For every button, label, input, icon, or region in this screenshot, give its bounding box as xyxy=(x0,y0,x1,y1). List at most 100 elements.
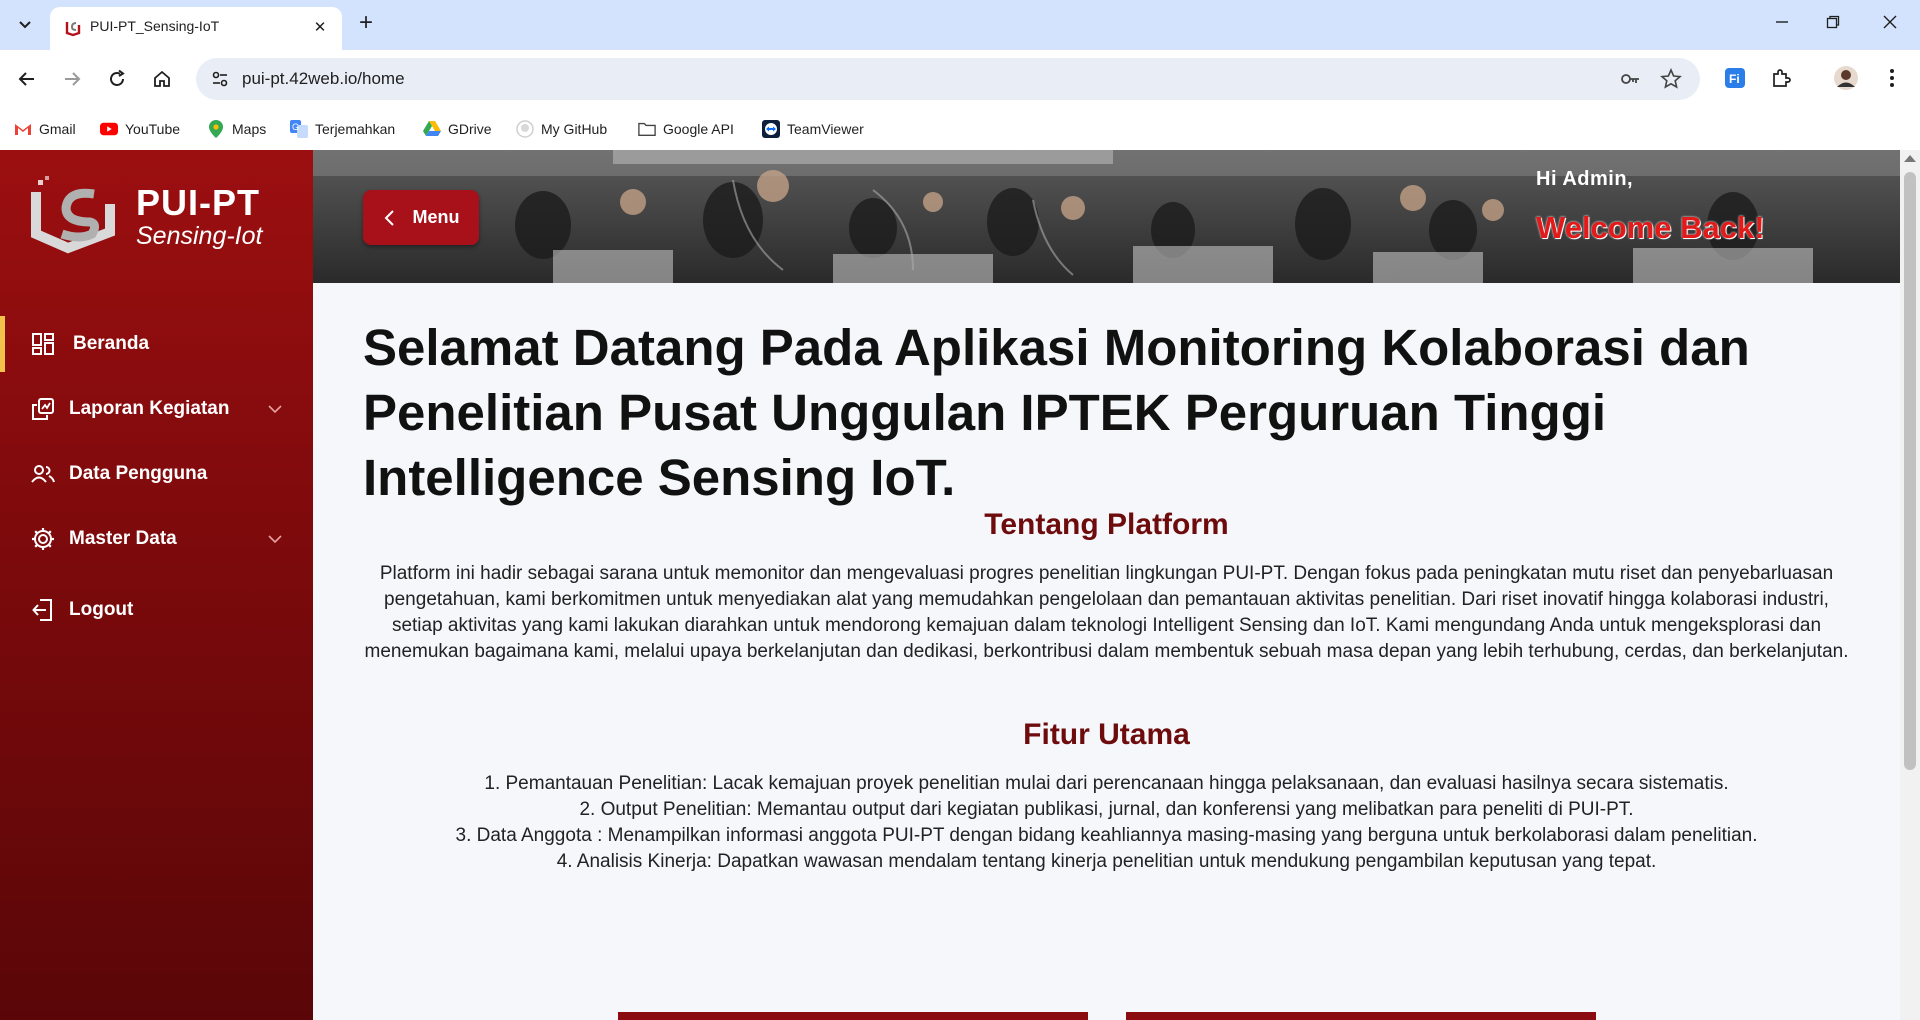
menu-toggle-button[interactable]: Menu xyxy=(363,190,479,245)
sidebar: PUI-PT Sensing-Iot Beranda Laporan Kegia… xyxy=(0,150,313,1020)
tab-title: PUI-PT_Sensing-IoT xyxy=(90,18,220,34)
bookmark-label: My GitHub xyxy=(541,121,608,137)
bookmark-google-api[interactable]: Google API xyxy=(638,118,734,140)
dashboard-icon xyxy=(30,331,56,357)
sidebar-item-logout[interactable]: Logout xyxy=(0,582,313,638)
sidebar-item-master-data[interactable]: Master Data xyxy=(0,511,313,567)
bookmarks-bar: Gmail YouTube Maps G Terjemahkan GDrive … xyxy=(0,108,1920,150)
restore-icon[interactable] xyxy=(1818,10,1848,40)
svg-text:Fi: Fi xyxy=(1729,72,1740,86)
bookmark-gdrive[interactable]: GDrive xyxy=(423,118,492,140)
browser-tab-active[interactable]: PUI-PT_Sensing-IoT ✕ xyxy=(50,7,342,50)
address-bar[interactable]: pui-pt.42web.io/home xyxy=(196,58,1700,100)
welcome-text: Welcome Back! xyxy=(1536,210,1765,245)
logout-icon xyxy=(30,597,56,623)
sidebar-item-label: Logout xyxy=(69,599,134,620)
maps-icon xyxy=(207,120,225,138)
feature-item: 3. Data Anggota : Menampilkan informasi … xyxy=(455,825,1758,846)
chevron-down-icon xyxy=(19,21,31,29)
drive-icon xyxy=(423,120,441,138)
bookmark-label: TeamViewer xyxy=(787,121,864,137)
features-list: 1. Pemantauan Penelitian: Lacak kemajuan… xyxy=(363,771,1850,875)
sidebar-item-label: Beranda xyxy=(73,333,150,354)
bookmark-star-icon[interactable] xyxy=(1659,67,1683,91)
bookmark-label: YouTube xyxy=(125,121,181,137)
bookmark-label: Terjemahkan xyxy=(315,121,396,137)
page-scrollbar[interactable] xyxy=(1900,150,1920,1020)
arrow-right-icon xyxy=(65,72,81,86)
bookmark-label: Gmail xyxy=(39,121,76,137)
features-title: Fitur Utama xyxy=(1023,718,1190,751)
app-logo[interactable]: PUI-PT Sensing-Iot xyxy=(28,174,288,256)
menu-label: Menu xyxy=(412,207,460,227)
home-button[interactable] xyxy=(145,62,179,96)
sidebar-item-label: Data Pengguna xyxy=(69,463,208,484)
svg-text:G: G xyxy=(292,122,299,132)
page-title: Selamat Datang Pada Aplikasi Monitoring … xyxy=(363,315,1850,510)
youtube-icon xyxy=(100,120,118,138)
minimize-icon[interactable] xyxy=(1767,10,1797,40)
github-icon xyxy=(516,120,534,138)
main-content: Menu Hi Admin, Welcome Back! Selamat Dat… xyxy=(313,150,1900,1020)
feature-item: 4. Analisis Kinerja: Dapatkan wawasan me… xyxy=(556,851,1657,872)
bookmark-github[interactable]: My GitHub xyxy=(516,118,607,140)
feature-item: 1. Pemantauan Penelitian: Lacak kemajuan… xyxy=(484,773,1729,794)
active-indicator xyxy=(0,316,5,372)
profile-avatar[interactable] xyxy=(1831,63,1861,93)
bookmark-youtube[interactable]: YouTube xyxy=(100,118,180,140)
gear-icon xyxy=(30,526,56,552)
site-info-icon[interactable] xyxy=(208,67,232,91)
teamviewer-icon xyxy=(762,120,780,138)
arrow-left-icon xyxy=(18,72,34,86)
about-text: Platform ini hadir sebagai sarana untuk … xyxy=(364,563,1849,662)
users-icon xyxy=(30,461,56,487)
reload-icon xyxy=(110,69,125,86)
bookmark-gmail[interactable]: Gmail xyxy=(14,118,76,140)
logo-title: PUI-PT xyxy=(136,182,261,223)
logo-mark-icon xyxy=(31,176,115,254)
extensions-puzzle-icon[interactable] xyxy=(1766,63,1796,93)
url-text[interactable]: pui-pt.42web.io/home xyxy=(242,69,405,89)
sidebar-item-label: Master Data xyxy=(69,528,177,549)
chevron-left-icon xyxy=(384,209,394,226)
bookmark-teamviewer[interactable]: TeamViewer xyxy=(762,118,864,140)
gmail-icon xyxy=(14,120,32,138)
home-icon xyxy=(154,70,170,87)
greeting-text: Hi Admin, xyxy=(1536,168,1634,190)
about-title: Tentang Platform xyxy=(984,508,1229,541)
extension-fi-icon[interactable]: Fi xyxy=(1720,63,1750,93)
scroll-up-arrow-icon[interactable] xyxy=(1904,155,1916,162)
reload-button[interactable] xyxy=(100,62,134,96)
info-card[interactable] xyxy=(1126,1012,1596,1020)
browser-toolbar: pui-pt.42web.io/home Fi xyxy=(0,50,1920,108)
site-favicon-icon xyxy=(65,22,81,37)
tab-search-button[interactable] xyxy=(9,8,41,40)
bookmark-translate[interactable]: G Terjemahkan xyxy=(290,118,395,140)
sidebar-item-label: Laporan Kegiatan xyxy=(69,398,230,419)
chevron-down-icon xyxy=(268,405,282,414)
sidebar-item-beranda[interactable]: Beranda xyxy=(0,316,313,372)
logo-subtitle: Sensing-Iot xyxy=(136,222,263,250)
feature-item: 2. Output Penelitian: Memantau output da… xyxy=(579,799,1634,820)
new-tab-button[interactable]: + xyxy=(352,10,380,38)
report-icon xyxy=(30,396,56,422)
tab-close-icon[interactable]: ✕ xyxy=(310,17,330,37)
info-card[interactable] xyxy=(618,1012,1088,1020)
translate-icon: G xyxy=(290,120,308,138)
page-title-bold: Selamat Datang Pada xyxy=(363,319,882,376)
browser-tab-bar: PUI-PT_Sensing-IoT ✕ + xyxy=(0,0,1920,50)
chevron-down-icon xyxy=(268,535,282,544)
bookmark-maps[interactable]: Maps xyxy=(207,118,266,140)
sidebar-item-laporan-kegiatan[interactable]: Laporan Kegiatan xyxy=(0,381,313,437)
header-banner: Menu Hi Admin, Welcome Back! xyxy=(313,150,1900,283)
password-key-icon[interactable] xyxy=(1618,67,1642,91)
sidebar-item-data-pengguna[interactable]: Data Pengguna xyxy=(0,446,313,502)
scrollbar-thumb[interactable] xyxy=(1904,172,1916,770)
folder-icon xyxy=(638,120,656,138)
forward-button[interactable] xyxy=(55,62,89,96)
bookmark-label: Maps xyxy=(232,121,267,137)
more-menu-icon[interactable] xyxy=(1877,63,1907,93)
close-window-icon[interactable] xyxy=(1875,10,1905,40)
bookmark-label: GDrive xyxy=(448,121,492,137)
back-button[interactable] xyxy=(10,62,44,96)
